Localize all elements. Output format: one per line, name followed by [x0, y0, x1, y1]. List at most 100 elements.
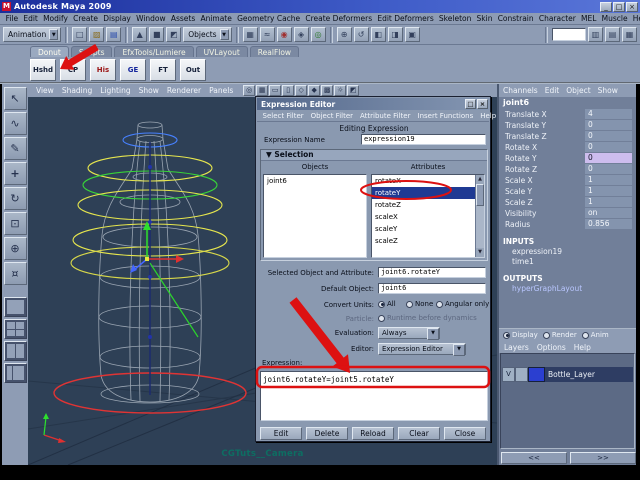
selection-mask-selector[interactable]: Objects ▼ [183, 27, 232, 42]
lights-toggle-icon[interactable]: ☼ [334, 85, 347, 96]
paint-select-tool-icon[interactable]: ✎ [3, 137, 27, 160]
wireframe-shading-icon[interactable]: ◇ [295, 85, 308, 96]
input-node-expression[interactable]: expression19 [499, 247, 636, 257]
attributes-list-item[interactable]: rotateX [372, 175, 475, 187]
snap-point-icon[interactable]: ◉ [276, 27, 292, 42]
menu-item-geometry-cache[interactable]: Geometry Cache [234, 14, 302, 23]
select-component-icon[interactable]: ◩ [166, 27, 182, 42]
panel-menu-show[interactable]: Show [135, 86, 163, 95]
layer-menu-help[interactable]: Help [574, 343, 591, 352]
snap-curve-icon[interactable]: ≈ [259, 27, 275, 42]
menu-item-skeleton[interactable]: Skeleton [436, 14, 474, 23]
layer-row[interactable]: V Bottle_Layer [502, 367, 633, 382]
channel-value[interactable]: on [585, 208, 632, 218]
shelf-button-ft[interactable]: FT [150, 58, 176, 81]
grid-toggle-icon[interactable]: ▦ [256, 85, 269, 96]
expression-name-field[interactable]: expression19 [361, 134, 486, 145]
layer-menu-layers[interactable]: Layers [504, 343, 529, 352]
shelf-button-ge[interactable]: GE [120, 58, 146, 81]
editor-dropdown[interactable]: Expression Editor [378, 343, 466, 356]
textured-shading-icon[interactable]: ▩ [321, 85, 334, 96]
camera-select-icon[interactable]: ◎ [243, 85, 256, 96]
ee-menu-attribute-filter[interactable]: Attribute Filter [357, 112, 414, 120]
evaluation-dropdown[interactable]: Always [378, 327, 440, 340]
menu-item-create-deformers[interactable]: Create Deformers [303, 14, 375, 23]
menu-item-skin[interactable]: Skin [474, 14, 495, 23]
ee-menu-select-filter[interactable]: Select Filter [259, 112, 307, 120]
select-tool-icon[interactable]: ↖ [3, 87, 27, 110]
expression-textarea[interactable]: joint6.rotateY=joint5.rotateY [260, 371, 488, 421]
selected-object-attribute-field[interactable]: joint6.rotateY [378, 267, 486, 278]
selection-group-header[interactable]: ▼ Selection [261, 150, 487, 161]
attributes-list-item[interactable]: rotateZ [372, 199, 475, 211]
menu-item-modify[interactable]: Modify [40, 14, 70, 23]
panel-menu-renderer[interactable]: Renderer [163, 86, 205, 95]
pane-scroll-left-button[interactable]: << [501, 452, 567, 464]
rotate-tool-icon[interactable]: ↻ [3, 187, 27, 210]
new-scene-icon[interactable]: □ [72, 27, 88, 42]
delete-button[interactable]: Delete [306, 427, 348, 440]
universal-manipulator-icon[interactable]: ⊕ [3, 237, 27, 260]
channel-menu-show[interactable]: Show [598, 86, 618, 95]
select-hierarchy-icon[interactable]: ▲ [132, 27, 148, 42]
convert-units-angular-radio[interactable]: Angular only [436, 300, 489, 308]
scale-tool-icon[interactable]: ⊡ [3, 212, 27, 235]
output-node-hypergraph-layout[interactable]: hyperGraphLayout [499, 284, 636, 294]
objects-list-item[interactable]: joint6 [264, 175, 366, 187]
save-scene-icon[interactable]: ▤ [106, 27, 122, 42]
show-manipulator-icon[interactable]: ¤ [3, 262, 27, 285]
channel-menu-edit[interactable]: Edit [545, 86, 560, 95]
layer-display-type-toggle[interactable] [515, 367, 528, 382]
panel-menu-shading[interactable]: Shading [58, 86, 96, 95]
attribute-editor-toggle-icon[interactable]: ▥ [588, 27, 603, 42]
make-live-icon[interactable]: ◎ [310, 27, 326, 42]
close-button[interactable]: × [477, 99, 488, 109]
tool-settings-toggle-icon[interactable]: ▤ [605, 27, 620, 42]
ee-menu-insert-functions[interactable]: Insert Functions [414, 112, 477, 120]
isolate-select-icon[interactable]: ◩ [347, 85, 360, 96]
menu-item-constrain[interactable]: Constrain [495, 14, 536, 23]
layer-name[interactable]: Bottle_Layer [545, 367, 633, 382]
channel-box-toggle-icon[interactable]: ▦ [622, 27, 637, 42]
input-connections-icon[interactable]: ⊕ [336, 27, 352, 42]
menu-item-window[interactable]: Window [133, 14, 168, 23]
close-button[interactable]: × [626, 1, 638, 12]
clear-button[interactable]: Clear [398, 427, 440, 440]
menu-item-assets[interactable]: Assets [168, 14, 198, 23]
maximize-button[interactable]: □ [613, 1, 625, 12]
channel-value-highlighted[interactable]: 0 [585, 153, 632, 163]
construction-history-icon[interactable]: ↺ [353, 27, 369, 42]
attributes-list-item[interactable]: scaleX [372, 211, 475, 223]
attributes-list-item[interactable]: scaleZ [372, 235, 475, 247]
menu-item-display[interactable]: Display [101, 14, 134, 23]
quick-selection-field[interactable] [552, 28, 586, 41]
menu-item-mel[interactable]: MEL [578, 14, 599, 23]
channel-value[interactable]: 1 [585, 186, 632, 196]
menu-item-create[interactable]: Create [71, 14, 101, 23]
expression-editor-titlebar[interactable]: Expression Editor □ × [257, 98, 489, 110]
scrollbar-thumb[interactable] [476, 184, 484, 206]
shelf-button-out[interactable]: Out [180, 58, 206, 81]
layout-single-pane-button[interactable] [3, 297, 27, 317]
shelf-tab-scripts[interactable]: Scripts [70, 46, 113, 57]
film-gate-icon[interactable]: ▭ [269, 85, 282, 96]
layout-two-pane-button[interactable] [3, 341, 27, 361]
layout-four-pane-button[interactable] [3, 319, 27, 339]
render-settings-icon[interactable]: ▣ [404, 27, 420, 42]
objects-list[interactable]: joint6 [263, 174, 367, 258]
node-name[interactable]: joint6 [499, 97, 636, 109]
reload-button[interactable]: Reload [352, 427, 394, 440]
channel-menu-channels[interactable]: Channels [503, 86, 538, 95]
channel-value[interactable]: 1 [585, 175, 632, 185]
smooth-shading-icon[interactable]: ◆ [308, 85, 321, 96]
open-scene-icon[interactable]: ▨ [89, 27, 105, 42]
menuset-selector[interactable]: Animation ▼ [3, 27, 62, 42]
attributes-scrollbar[interactable]: ▲ ▼ [475, 175, 484, 257]
ee-menu-object-filter[interactable]: Object Filter [307, 112, 356, 120]
default-object-field[interactable]: joint6 [378, 283, 486, 294]
render-frame-icon[interactable]: ◧ [370, 27, 386, 42]
layer-color-swatch[interactable] [528, 367, 545, 382]
input-node-time[interactable]: time1 [499, 257, 636, 267]
layer-menu-options[interactable]: Options [537, 343, 566, 352]
shelf-tab-realflow[interactable]: RealFlow [249, 46, 300, 57]
